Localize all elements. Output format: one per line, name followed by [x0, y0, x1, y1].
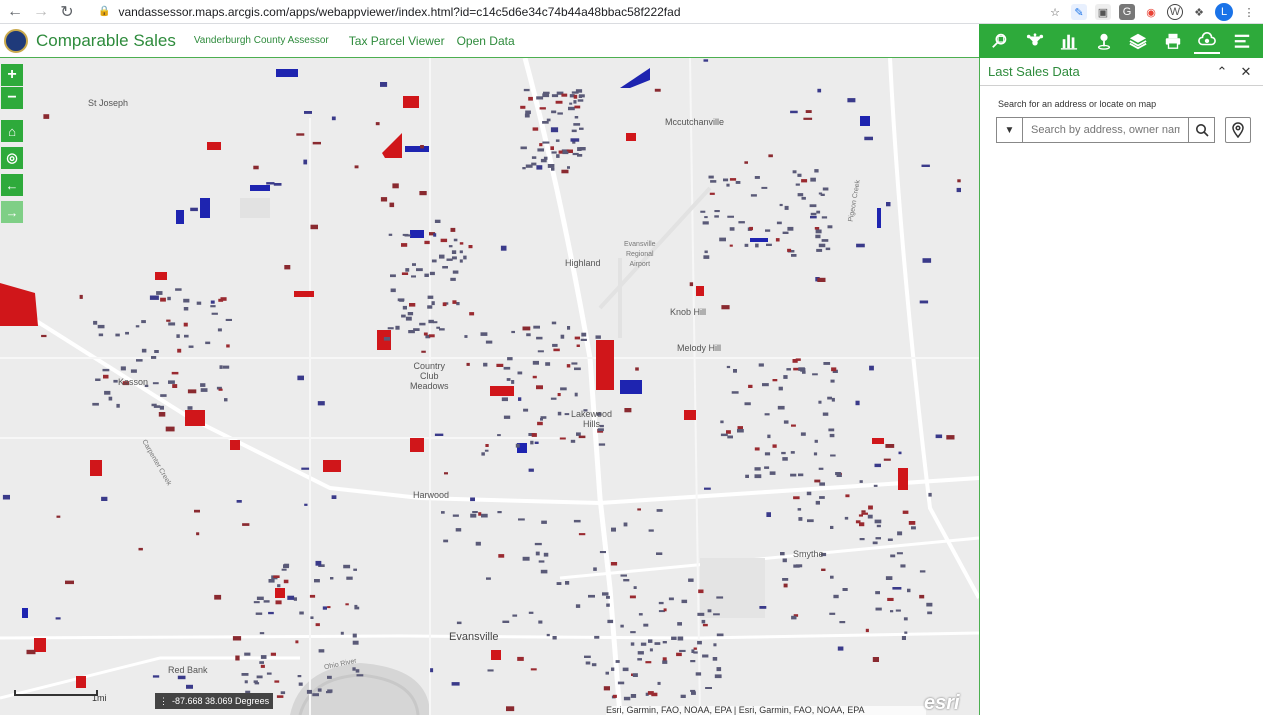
- zoom-in-button[interactable]: +: [1, 64, 23, 86]
- print-icon[interactable]: [1160, 28, 1186, 54]
- map-label: Kasson: [118, 377, 149, 387]
- network-icon[interactable]: [1022, 28, 1048, 54]
- reload-icon[interactable]: ↻: [56, 1, 78, 23]
- map-label: Harwood: [413, 490, 450, 500]
- extension-icon[interactable]: ✎: [1071, 4, 1087, 20]
- layers-icon[interactable]: [1125, 28, 1151, 54]
- zoom-out-button[interactable]: −: [1, 87, 23, 109]
- search-parcel-icon[interactable]: [987, 28, 1013, 54]
- menu-icon[interactable]: [1229, 28, 1255, 54]
- link-open-data[interactable]: Open Data: [457, 34, 515, 48]
- esri-logo: esri: [924, 692, 960, 714]
- panel-header: Last Sales Data ⌃ ✕: [980, 58, 1263, 86]
- my-location-icon[interactable]: ◎: [1, 147, 23, 169]
- kebab-menu-icon[interactable]: ⋮: [1241, 4, 1257, 20]
- profile-avatar[interactable]: L: [1215, 3, 1233, 21]
- coordinate-text: -87.668 38.069 Degrees: [172, 696, 270, 706]
- link-tax-parcel-viewer[interactable]: Tax Parcel Viewer: [349, 34, 445, 48]
- back-icon[interactable]: ←: [4, 1, 26, 23]
- extension-icon[interactable]: ◉: [1143, 4, 1159, 20]
- search-input[interactable]: [1023, 117, 1189, 143]
- map-view[interactable]: St Joseph Mccutchanville Highland Evansv…: [0, 58, 979, 715]
- widget-toolbar: [979, 24, 1263, 58]
- scale-bar: [14, 690, 98, 696]
- map-label: Evansville Regional Airport: [624, 241, 656, 268]
- forward-icon[interactable]: →: [30, 1, 52, 23]
- location-pin-icon[interactable]: [1091, 28, 1117, 54]
- coordinate-readout[interactable]: ⋮ -87.668 38.069 Degrees: [155, 693, 274, 709]
- map-label: Country Club Meadows: [410, 361, 449, 391]
- map-label: St Joseph: [88, 98, 129, 108]
- search-source-dropdown[interactable]: ▼: [996, 117, 1023, 143]
- extension-icon[interactable]: ▣: [1095, 4, 1111, 20]
- map-label: Mccutchanville: [665, 117, 725, 127]
- map-label: Smythe: [793, 549, 824, 559]
- locate-on-map-icon[interactable]: [1225, 117, 1251, 143]
- map-label: Red Bank: [168, 665, 208, 675]
- map-controls: + −: [1, 64, 23, 109]
- map-nav-controls: ⌂ ◎ ← →: [1, 120, 23, 223]
- url-text: vandassessor.maps.arcgis.com/apps/webapp…: [118, 4, 681, 19]
- coordinate-toggle-icon[interactable]: ⋮: [159, 696, 168, 707]
- address-bar[interactable]: 🔒 vandassessor.maps.arcgis.com/apps/weba…: [98, 5, 681, 19]
- app-header: Comparable Sales Vanderburgh County Asse…: [0, 24, 979, 58]
- sales-panel: Last Sales Data ⌃ ✕ Search for an addres…: [979, 58, 1263, 715]
- map-label: Highland: [565, 258, 601, 268]
- close-icon[interactable]: ✕: [1237, 63, 1255, 81]
- panel-title: Last Sales Data: [988, 64, 1080, 79]
- map-label: Knob Hill: [670, 307, 707, 317]
- home-icon[interactable]: ⌂: [1, 120, 23, 142]
- extension-icon[interactable]: G: [1119, 4, 1135, 20]
- map-attribution: Esri, Garmin, FAO, NOAA, EPA | Esri, Gar…: [606, 706, 926, 715]
- collapse-icon[interactable]: ⌃: [1213, 63, 1231, 81]
- app-title: Comparable Sales: [36, 30, 176, 50]
- search-row: ▼: [996, 117, 1263, 143]
- cloud-icon[interactable]: [1194, 28, 1221, 54]
- puzzle-icon[interactable]: ❖: [1191, 4, 1207, 20]
- previous-extent-icon[interactable]: ←: [1, 174, 23, 196]
- map-label: Lakewood Hills: [571, 409, 613, 429]
- extension-icon[interactable]: W: [1167, 4, 1183, 20]
- link-assessor[interactable]: Vanderburgh County Assessor: [194, 35, 329, 46]
- bar-chart-icon[interactable]: [1056, 28, 1082, 54]
- bookmark-star-icon[interactable]: ☆: [1047, 4, 1063, 20]
- map-label: Melody Hill: [677, 343, 722, 353]
- next-extent-icon[interactable]: →: [1, 201, 23, 223]
- scale-label: 1mi: [92, 693, 107, 703]
- browser-toolbar: ← → ↻ 🔒 vandassessor.maps.arcgis.com/app…: [0, 0, 1263, 24]
- search-icon[interactable]: [1189, 117, 1215, 143]
- search-hint: Search for an address or locate on map: [998, 99, 1157, 109]
- map-label: Evansville: [449, 631, 499, 643]
- county-seal-logo: [4, 28, 28, 53]
- lock-icon: 🔒: [98, 6, 111, 17]
